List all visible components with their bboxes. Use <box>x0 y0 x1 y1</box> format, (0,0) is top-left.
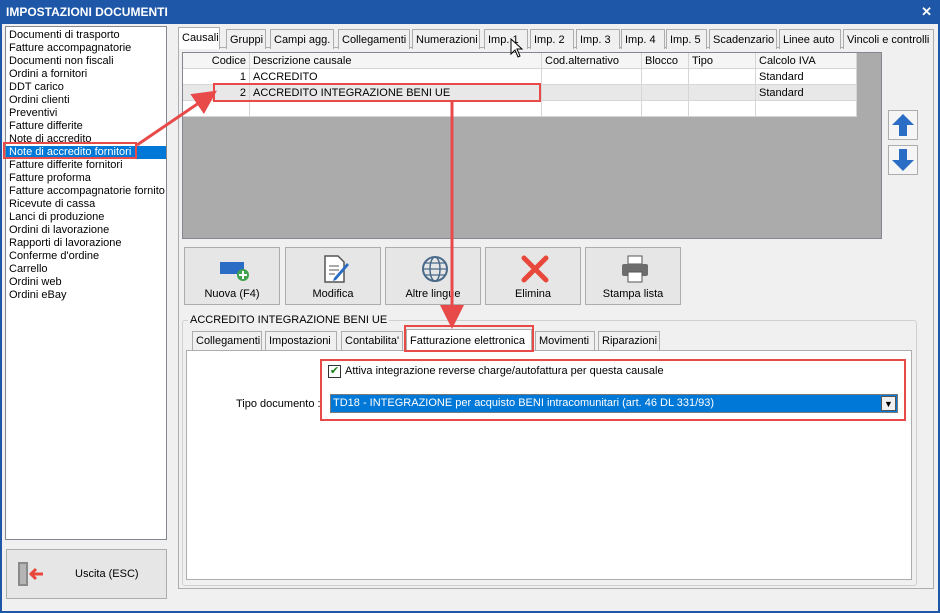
tab-numerazioni[interactable]: Numerazioni <box>412 29 480 49</box>
print-list-label: Stampa lista <box>602 288 664 300</box>
list-item-selected[interactable]: Note di accredito fornitori <box>6 146 166 159</box>
add-icon <box>220 262 249 281</box>
table-cell[interactable] <box>689 69 756 85</box>
window-title: IMPOSTAZIONI DOCUMENTI <box>6 5 168 19</box>
tab-imp-3[interactable]: Imp. 3 <box>576 29 620 49</box>
list-item[interactable]: Ordini a fornitori <box>6 68 166 81</box>
edit-button-label: Modifica <box>312 288 354 300</box>
table-cell[interactable] <box>542 85 642 101</box>
edit-button[interactable]: Modifica <box>285 247 381 305</box>
new-button[interactable]: Nuova (F4) <box>184 247 280 305</box>
new-button-label: Nuova (F4) <box>204 288 260 300</box>
column-header-blocco[interactable]: Blocco <box>642 53 689 69</box>
list-item[interactable]: Conferme d'ordine <box>6 250 166 263</box>
tab-causali[interactable]: Causali <box>178 27 220 49</box>
list-item[interactable]: Ordini di lavorazione <box>6 224 166 237</box>
delete-x-icon <box>521 255 549 283</box>
document-type-list[interactable]: Documenti di trasporto Fatture accompagn… <box>5 26 167 540</box>
reverse-charge-checkbox[interactable]: ✔ <box>328 365 341 378</box>
list-item[interactable]: Ordini web <box>6 276 166 289</box>
table-cell[interactable] <box>642 85 689 101</box>
tab-imp-4[interactable]: Imp. 4 <box>621 29 665 49</box>
list-item[interactable]: Ordini clienti <box>6 94 166 107</box>
tab-scadenzario[interactable]: Scadenzario <box>709 29 777 49</box>
column-header-calcolo-iva[interactable]: Calcolo IVA <box>756 53 857 69</box>
exit-button[interactable]: Uscita (ESC) <box>6 549 167 599</box>
table-cell-empty[interactable] <box>689 101 756 117</box>
table-cell-empty[interactable] <box>642 101 689 117</box>
arrow-down-icon <box>892 149 914 171</box>
move-up-button[interactable] <box>888 110 918 140</box>
tipo-documento-label: Tipo documento : <box>236 398 321 410</box>
list-item[interactable]: Documenti di trasporto <box>6 29 166 42</box>
list-item[interactable]: Preventivi <box>6 107 166 120</box>
close-icon[interactable]: ✕ <box>921 0 932 24</box>
edit-document-icon <box>324 255 349 283</box>
column-header-cod-alternativo[interactable]: Cod.alternativo <box>542 53 642 69</box>
tab-collegamenti[interactable]: Collegamenti <box>338 29 410 49</box>
list-item[interactable]: Ricevute di cassa <box>6 198 166 211</box>
column-header-descrizione[interactable]: Descrizione causale <box>250 53 542 69</box>
column-header-tipo[interactable]: Tipo <box>689 53 756 69</box>
other-languages-button[interactable]: Altre lingue <box>385 247 481 305</box>
print-list-button[interactable]: Stampa lista <box>585 247 681 305</box>
table-cell-empty[interactable] <box>542 101 642 117</box>
tab-vincoli-controlli[interactable]: Vincoli e controlli <box>843 29 934 49</box>
tab-gruppi[interactable]: Gruppi <box>226 29 266 49</box>
globe-icon <box>422 256 448 282</box>
table-cell[interactable]: Standard <box>756 85 857 101</box>
mouse-cursor-icon <box>510 38 524 58</box>
list-item[interactable]: Lanci di produzione <box>6 211 166 224</box>
list-item[interactable]: Fatture accompagnatorie fornito <box>6 185 166 198</box>
tab-fatturazione-elettronica[interactable]: Fatturazione elettronica <box>406 329 532 351</box>
table-cell-empty[interactable] <box>183 101 250 117</box>
tipo-documento-value: TD18 - INTEGRAZIONE per acquisto BENI in… <box>333 397 715 409</box>
fatturazione-elettronica-panel <box>186 350 912 580</box>
table-cell[interactable]: 2 <box>183 85 250 101</box>
printer-icon <box>622 255 648 283</box>
exit-button-label: Uscita (ESC) <box>75 568 139 580</box>
delete-button-label: Elimina <box>514 288 552 300</box>
tab-impostazioni[interactable]: Impostazioni <box>265 331 337 350</box>
arrow-up-icon <box>892 114 914 136</box>
list-item[interactable]: Rapporti di lavorazione <box>6 237 166 250</box>
tab-imp-2[interactable]: Imp. 2 <box>530 29 574 49</box>
list-item[interactable]: Ordini eBay <box>6 289 166 302</box>
tab-linee-auto[interactable]: Linee auto <box>779 29 841 49</box>
list-item[interactable]: Fatture accompagnatorie <box>6 42 166 55</box>
list-item[interactable]: Fatture differite <box>6 120 166 133</box>
table-cell[interactable]: ACCREDITO <box>250 69 542 85</box>
table-cell[interactable] <box>542 69 642 85</box>
window-title-bar: IMPOSTAZIONI DOCUMENTI ✕ <box>0 0 940 24</box>
other-languages-label: Altre lingue <box>405 288 461 300</box>
delete-button[interactable]: Elimina <box>485 247 581 305</box>
tab-riparazioni[interactable]: Riparazioni <box>598 331 660 350</box>
list-item[interactable]: Fatture proforma <box>6 172 166 185</box>
table-cell-empty[interactable] <box>756 101 857 117</box>
list-item[interactable]: DDT carico <box>6 81 166 94</box>
tab-imp-5[interactable]: Imp. 5 <box>666 29 707 49</box>
causale-detail-title: ACCREDITO INTEGRAZIONE BENI UE <box>188 314 390 326</box>
table-cell[interactable] <box>689 85 756 101</box>
list-item[interactable]: Documenti non fiscali <box>6 55 166 68</box>
exit-door-icon <box>18 562 43 586</box>
tab-collegamenti-detail[interactable]: Collegamenti <box>192 331 262 350</box>
chevron-down-icon[interactable]: ▼ <box>881 396 896 411</box>
list-item[interactable]: Fatture differite fornitori <box>6 159 166 172</box>
table-cell[interactable]: ACCREDITO INTEGRAZIONE BENI UE <box>250 85 542 101</box>
list-item[interactable]: Carrello <box>6 263 166 276</box>
table-cell[interactable]: Standard <box>756 69 857 85</box>
column-header-codice[interactable]: Codice <box>183 53 250 69</box>
table-cell[interactable]: 1 <box>183 69 250 85</box>
tab-movimenti[interactable]: Movimenti <box>535 331 595 350</box>
reverse-charge-label: Attiva integrazione reverse charge/autof… <box>345 365 664 377</box>
list-item[interactable]: Note di accredito <box>6 133 166 146</box>
tab-contabilita[interactable]: Contabilita' <box>341 331 403 350</box>
tipo-documento-select[interactable]: TD18 - INTEGRAZIONE per acquisto BENI in… <box>330 394 898 413</box>
move-down-button[interactable] <box>888 145 918 175</box>
table-cell[interactable] <box>642 69 689 85</box>
tab-campi-agg[interactable]: Campi agg. <box>270 29 334 49</box>
table-cell-empty[interactable] <box>250 101 542 117</box>
